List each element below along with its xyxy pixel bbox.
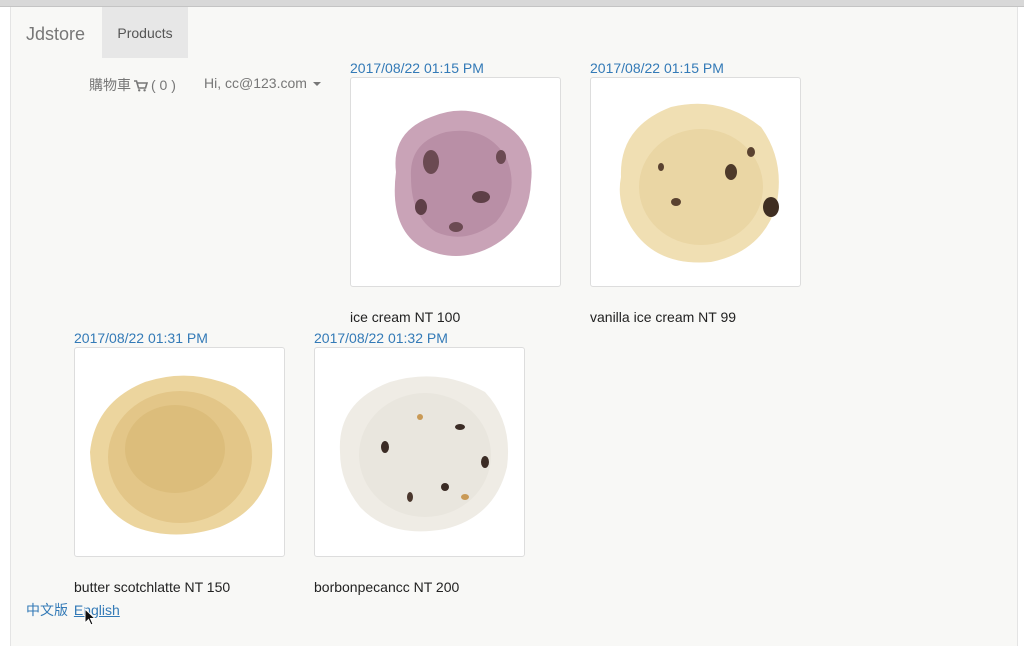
pecan-ice-cream-icon	[339, 376, 508, 532]
product-name[interactable]: ice cream NT 100	[350, 309, 562, 325]
lang-en-link[interactable]: English	[74, 602, 120, 618]
product-image-link[interactable]	[590, 77, 801, 287]
product-timestamp: 2017/08/22 01:15 PM	[350, 60, 484, 76]
product-image-link[interactable]	[74, 347, 285, 557]
shopping-cart-icon	[134, 79, 149, 92]
product-card[interactable]: 2017/08/22 01:15 PM vanilla ice cream NT…	[590, 59, 802, 325]
caret-down-icon	[312, 82, 321, 86]
product-name[interactable]: butter scotchlatte NT 150	[74, 579, 286, 595]
product-name[interactable]: vanilla ice cream NT 99	[590, 309, 802, 325]
browser-top-edge	[0, 0, 1024, 7]
user-greeting: Hi, cc@123.com	[204, 75, 307, 91]
product-image-link[interactable]	[350, 77, 561, 287]
mouse-pointer-icon	[84, 608, 96, 626]
product-timestamp: 2017/08/22 01:15 PM	[590, 60, 724, 76]
berry-ice-cream-icon	[394, 110, 532, 256]
cart-count: ( 0 )	[151, 77, 176, 93]
product-card[interactable]: 2017/08/22 01:32 PM borbonpecancc NT 200	[314, 329, 526, 595]
lang-zh-link[interactable]: 中文版	[26, 602, 68, 618]
cart-label: 購物車	[89, 77, 131, 93]
language-switcher: 中文版 English	[26, 600, 120, 620]
nav-tab-products[interactable]: Products	[102, 7, 188, 58]
vanilla-ice-cream-icon	[619, 103, 779, 263]
product-card[interactable]: 2017/08/22 01:31 PM butter scotchlatte N…	[74, 329, 286, 595]
product-image-link[interactable]	[314, 347, 525, 557]
nav-tab-products-label: Products	[117, 24, 173, 41]
product-card[interactable]: 2017/08/22 01:15 PM ice cream NT 100	[350, 59, 562, 325]
butterscotch-ice-cream-icon	[89, 375, 272, 535]
scrollbar-track[interactable]	[1019, 7, 1024, 646]
product-name[interactable]: borbonpecancc NT 200	[314, 579, 526, 595]
user-dropdown[interactable]: Hi, cc@123.com	[204, 75, 321, 91]
product-timestamp: 2017/08/22 01:32 PM	[314, 330, 448, 346]
brand-link[interactable]: Jdstore	[26, 24, 85, 45]
product-timestamp: 2017/08/22 01:31 PM	[74, 330, 208, 346]
cart-link[interactable]: 購物車 ( 0 )	[89, 75, 176, 95]
